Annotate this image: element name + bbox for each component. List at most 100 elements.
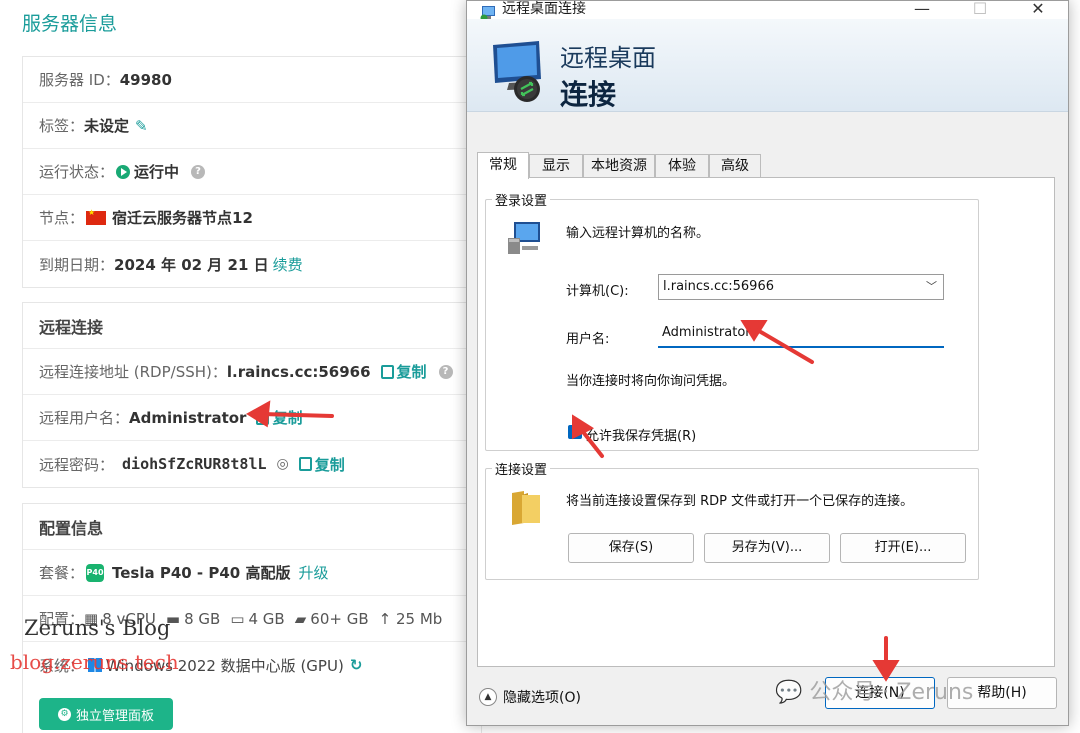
username-row: 远程用户名： Administrator 复制 xyxy=(23,395,481,441)
china-flag-icon xyxy=(86,208,107,225)
hide-options-label: 隐藏选项(O) xyxy=(503,690,581,706)
server-id-value: 49980 xyxy=(119,70,172,89)
copy-icon[interactable] xyxy=(380,364,394,379)
renew-link[interactable]: 续费 xyxy=(273,254,303,275)
copy-icon[interactable] xyxy=(256,410,270,425)
window-title: 远程桌面连接 xyxy=(502,1,586,17)
address-row: 远程连接地址 (RDP/SSH)： l.raincs.cc:56966 复制 ? xyxy=(23,349,481,395)
tag-label: 标签： xyxy=(39,117,85,135)
save-button[interactable]: 保存(S) xyxy=(568,533,694,563)
config-heading: 配置信息 xyxy=(23,504,481,550)
eye-hide-icon[interactable]: ◎ xyxy=(277,456,289,472)
status-value: 运行中 xyxy=(134,163,180,181)
status-row: 运行状态： 运行中 ? xyxy=(23,149,481,195)
computer-value: l.raincs.cc:56966 xyxy=(663,279,774,294)
rdp-banner: 远程桌面 连接 xyxy=(467,19,1068,112)
edit-icon[interactable]: ✎ xyxy=(135,117,148,135)
gear-icon: ⚙ xyxy=(57,707,71,721)
disk-icon: ▰ xyxy=(294,609,307,628)
status-label: 运行状态： xyxy=(39,163,115,181)
upgrade-link[interactable]: 升级 xyxy=(298,562,328,583)
computer-combobox[interactable]: l.raincs.cc:56966 ﹀ xyxy=(658,274,944,300)
banner-title-line1: 远程桌面 xyxy=(560,44,656,72)
help-icon[interactable]: ? xyxy=(191,164,206,179)
blog-url-watermark: blog.zeruns.tech xyxy=(10,650,179,674)
spec-net: ↑ 25 Mb xyxy=(378,609,443,628)
close-icon[interactable]: ✕ xyxy=(1015,1,1061,19)
chevron-down-icon[interactable]: ﹀ xyxy=(926,275,937,299)
copy-icon[interactable] xyxy=(298,457,312,471)
server-id-row: 服务器 ID： 49980 xyxy=(23,57,481,103)
tag-row: 标签： 未设定 ✎ xyxy=(23,103,481,149)
username-input[interactable]: Administrator xyxy=(658,320,944,348)
tab-general[interactable]: 常规 xyxy=(477,152,529,179)
manage-panel-button[interactable]: ⚙ 独立管理面板 xyxy=(39,698,173,730)
expiry-value: 2024 年 02 月 21 日 xyxy=(114,255,269,274)
save-credentials-label[interactable]: 允许我保存凭据(R) xyxy=(586,425,696,444)
rdp-dialog: 远程桌面连接 — ☐ ✕ 远程桌面 连接 常规 显示 本地资源 体验 高级 登录… xyxy=(466,0,1069,726)
login-settings-group: 登录设置 输入远程计算机的名称。 计算机(C): l.raincs.cc:569… xyxy=(485,190,979,451)
password-value: diohSfZcRUR8t8lL xyxy=(122,455,267,473)
copy-password-button[interactable]: 复制 xyxy=(315,454,345,475)
manage-panel-label: 独立管理面板 xyxy=(75,708,154,724)
expiry-row: 到期日期： 2024 年 02 月 21 日 续费 xyxy=(23,241,481,287)
blog-watermark: Zeruns's Blog xyxy=(24,616,171,640)
expiry-label: 到期日期： xyxy=(39,255,115,274)
username-label: 远程用户名： xyxy=(39,409,130,427)
connection-group-title: 连接设置 xyxy=(492,459,551,478)
server-id-label: 服务器 ID： xyxy=(39,71,120,89)
plan-row: 套餐： P40 Tesla P40 - P40 高配版 升级 xyxy=(23,550,481,596)
computer-label: 计算机(C): xyxy=(566,284,629,299)
save-credentials-checkbox[interactable]: ✓ xyxy=(568,425,582,439)
credential-note: 当你连接时将向你询问凭据。 xyxy=(566,374,736,389)
spec-gpu: 4 GB xyxy=(248,609,285,628)
password-row: 远程密码： diohSfZcRUR8t8lL ◎ 复制 xyxy=(23,441,481,487)
refresh-icon[interactable]: ↻ xyxy=(350,656,363,674)
play-status-icon xyxy=(116,164,131,179)
server-info-card: 服务器 ID： 49980 标签： 未设定 ✎ 运行状态： 运行中 ? 节点： … xyxy=(22,56,482,288)
node-value: 宿迁云服务器节点12 xyxy=(112,209,253,227)
monitor-icon: ▭ xyxy=(230,609,245,628)
computer-icon xyxy=(508,222,540,254)
remote-connection-card: 远程连接 远程连接地址 (RDP/SSH)： l.raincs.cc:56966… xyxy=(22,302,482,488)
maximize-icon[interactable]: ☐ xyxy=(957,1,1003,19)
remote-heading: 远程连接 xyxy=(23,303,481,349)
spec-ram: 8 GB xyxy=(184,609,221,628)
general-tab-pane: 登录设置 输入远程计算机的名称。 计算机(C): l.raincs.cc:569… xyxy=(477,177,1055,667)
password-label: 远程密码： xyxy=(39,455,115,474)
plan-label: 套餐： xyxy=(39,564,85,582)
login-prompt: 输入远程计算机的名称。 xyxy=(566,226,710,241)
username-label: 用户名: xyxy=(566,332,610,347)
tag-value: 未设定 xyxy=(84,117,130,135)
address-value: l.raincs.cc:56966 xyxy=(226,362,371,381)
tab-display[interactable]: 显示 xyxy=(529,154,583,178)
section-title: 服务器信息 xyxy=(22,13,118,35)
save-as-button[interactable]: 另存为(V)... xyxy=(704,533,830,563)
tab-experience[interactable]: 体验 xyxy=(655,154,709,178)
connection-description: 将当前连接设置保存到 RDP 文件或打开一个已保存的连接。 xyxy=(566,494,914,509)
remote-desktop-icon xyxy=(493,41,541,102)
p40-badge-icon: P40 xyxy=(86,563,105,582)
folder-icon xyxy=(512,491,540,525)
open-button[interactable]: 打开(E)... xyxy=(840,533,966,563)
help-icon[interactable]: ? xyxy=(438,364,453,379)
copy-username-button[interactable]: 复制 xyxy=(272,407,302,428)
connection-settings-group: 连接设置 将当前连接设置保存到 RDP 文件或打开一个已保存的连接。 保存(S)… xyxy=(485,459,979,580)
tab-local-resources[interactable]: 本地资源 xyxy=(583,154,655,178)
wechat-watermark: 💬 公众号 · Zeruns xyxy=(775,674,973,706)
minimize-icon[interactable]: — xyxy=(899,1,945,19)
address-label: 远程连接地址 (RDP/SSH)： xyxy=(39,363,227,381)
tab-advanced[interactable]: 高级 xyxy=(709,154,761,178)
wechat-icon: 💬 xyxy=(775,680,810,705)
copy-address-button[interactable]: 复制 xyxy=(397,361,427,382)
chevron-up-icon: ▲ xyxy=(479,688,497,706)
plan-value: Tesla P40 - P40 高配版 xyxy=(112,564,291,582)
node-label: 节点： xyxy=(39,209,85,227)
username-value: Administrator xyxy=(129,408,247,427)
login-group-title: 登录设置 xyxy=(492,190,551,209)
hide-options-toggle[interactable]: ▲ 隐藏选项(O) xyxy=(479,687,581,707)
spec-disk: 60+ GB xyxy=(310,609,369,628)
wechat-watermark-text: 公众号 · Zeruns xyxy=(809,680,974,705)
banner-title-line2: 连接 xyxy=(560,78,617,111)
node-row: 节点： 宿迁云服务器节点12 xyxy=(23,195,481,241)
